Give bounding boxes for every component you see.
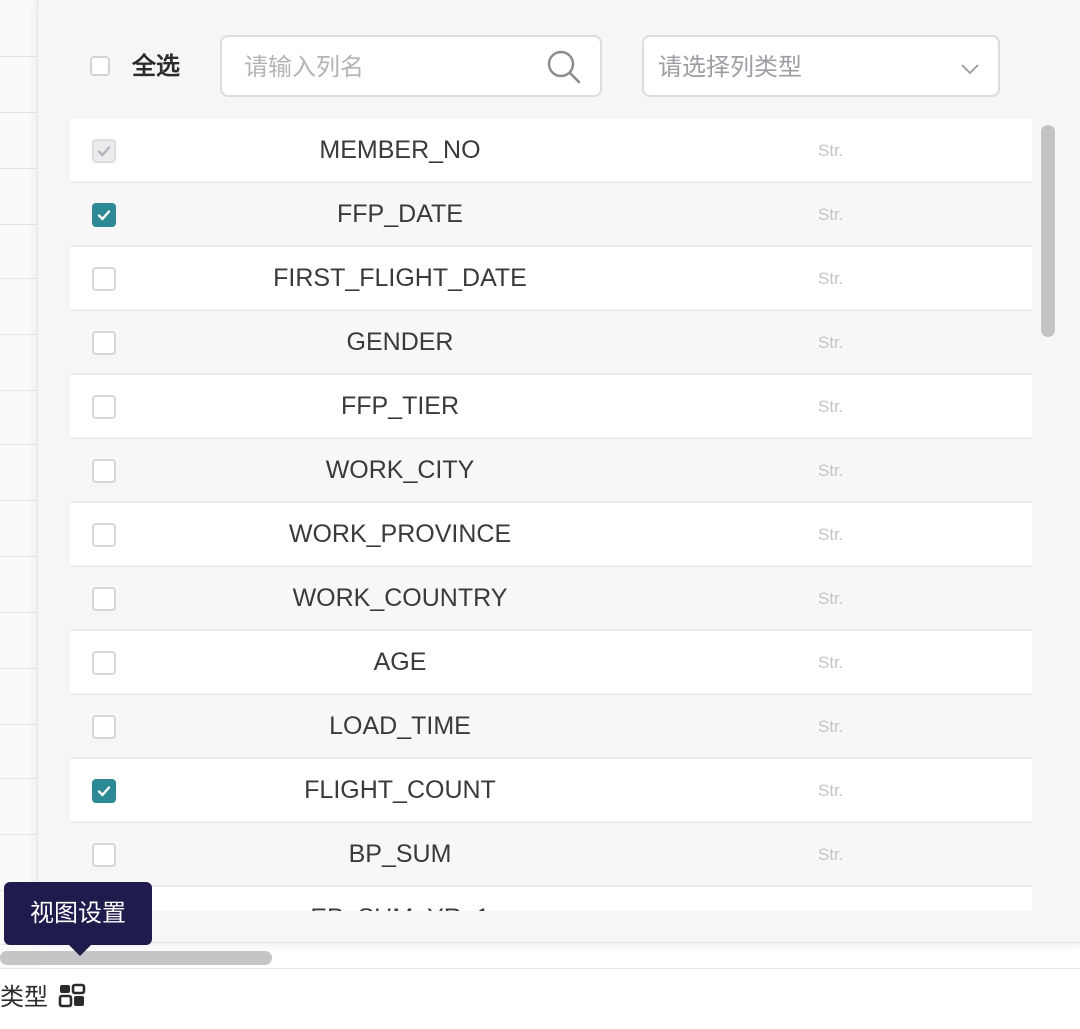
column-list-scroll-thumb[interactable] [1041, 125, 1055, 337]
column-row[interactable]: LOAD_TIME Str. [70, 695, 1032, 759]
select-all-checkbox[interactable] [90, 56, 110, 76]
column-checkbox[interactable] [92, 843, 116, 867]
column-type: Str. [818, 141, 844, 160]
column-type: Str. [818, 205, 844, 224]
column-checkbox[interactable] [92, 651, 116, 675]
column-name: AGE [373, 648, 427, 676]
column-checkbox[interactable] [92, 459, 116, 483]
view-settings-tooltip: 视图设置 [4, 882, 152, 956]
column-type-placeholder: 请选择列类型 [658, 53, 802, 81]
column-name: WORK_COUNTRY [292, 584, 508, 612]
column-settings-popover: 全选 请选择列类型 MEMBER_NOStr.FFP_DATEStr.FIRST… [37, 0, 1080, 943]
column-name: BP_SUM [348, 840, 452, 868]
column-type: Str. [818, 397, 844, 416]
column-type: Str. [818, 909, 844, 911]
table-row-divider [0, 334, 40, 335]
column-name: WORK_PROVINCE [288, 520, 512, 548]
view-settings-icon[interactable] [56, 981, 88, 1013]
check-icon [97, 786, 111, 797]
table-row-divider [0, 668, 40, 669]
type-label: 类型 [0, 983, 48, 1011]
column-search-input[interactable] [242, 49, 536, 85]
column-name: GENDER [346, 328, 454, 356]
table-row-divider [0, 444, 40, 445]
table-row-divider [0, 278, 40, 279]
column-row[interactable]: WORK_PROVINCE Str. [70, 503, 1032, 567]
column-name: FLIGHT_COUNT [304, 776, 496, 804]
tooltip-text: 视图设置 [30, 899, 126, 927]
column-type: Str. [818, 653, 844, 672]
column-name: WORK_CITY [325, 456, 475, 484]
tooltip-arrow [68, 944, 92, 956]
column-row[interactable]: AGE Str. [70, 631, 1032, 695]
column-type: Str. [818, 269, 844, 288]
column-row[interactable]: FIRST_FLIGHT_DATE Str. [70, 247, 1032, 311]
column-type: Str. [818, 845, 844, 864]
column-checkbox[interactable] [92, 203, 116, 227]
search-icon[interactable] [546, 49, 582, 85]
column-type: Str. [818, 717, 844, 736]
bottom-toolbar [0, 968, 1080, 1029]
column-name: FFP_TIER [340, 392, 460, 420]
column-checkbox[interactable] [92, 267, 116, 291]
column-row[interactable]: BP_SUM Str. [70, 823, 1032, 887]
column-checkbox[interactable] [92, 779, 116, 803]
column-checkbox[interactable] [92, 395, 116, 419]
table-row-divider [0, 500, 40, 501]
table-row-divider [0, 56, 40, 57]
column-checkbox[interactable] [92, 587, 116, 611]
table-row-divider [0, 834, 40, 835]
column-row[interactable]: FLIGHT_COUNT Str. [70, 759, 1032, 823]
check-icon [97, 210, 111, 221]
column-type: Str. [818, 589, 844, 608]
column-row[interactable]: WORK_COUNTRY Str. [70, 567, 1032, 631]
column-type-select[interactable]: 请选择列类型 [642, 35, 1000, 97]
table-row-divider [0, 390, 40, 391]
table-row-divider [0, 556, 40, 557]
column-checkbox[interactable] [92, 523, 116, 547]
column-search-field[interactable] [220, 35, 602, 97]
column-name: FIRST_FLIGHT_DATE [273, 264, 527, 292]
table-row-divider [0, 778, 40, 779]
table-row-divider [0, 724, 40, 725]
column-checkbox [92, 139, 116, 163]
column-type: Str. [818, 461, 844, 480]
horizontal-scroll-thumb[interactable] [0, 951, 272, 965]
table-row-divider [0, 112, 40, 113]
column-name: MEMBER_NO [319, 136, 481, 164]
column-list: MEMBER_NO Str. FFP_DATE Str. FIRST_FLIGHT_DA… [70, 119, 1032, 911]
background-table [0, 0, 40, 970]
table-row-divider [0, 612, 40, 613]
select-all-label[interactable]: 全选 [132, 50, 180, 82]
column-row[interactable]: MEMBER_NO Str. [70, 119, 1032, 183]
table-row-divider [0, 224, 40, 225]
column-row[interactable]: FFP_DATE Str. [70, 183, 1032, 247]
column-name: LOAD_TIME [329, 712, 471, 740]
column-type: Str. [818, 781, 844, 800]
column-type: Str. [818, 525, 844, 544]
column-row[interactable]: EP_SUM_YR_1 Str. [70, 887, 1032, 911]
column-name: FFP_DATE [337, 200, 463, 228]
column-checkbox[interactable] [92, 331, 116, 355]
column-row[interactable]: GENDER Str. [70, 311, 1032, 375]
column-checkbox[interactable] [92, 715, 116, 739]
column-name: EP_SUM_YR_1 [200, 902, 600, 911]
column-row[interactable]: WORK_CITY Str. [70, 439, 1032, 503]
check-icon [97, 146, 111, 157]
table-row-divider [0, 168, 40, 169]
column-row[interactable]: FFP_TIER Str. [70, 375, 1032, 439]
column-type: Str. [818, 333, 844, 352]
chevron-down-icon[interactable] [958, 57, 982, 81]
